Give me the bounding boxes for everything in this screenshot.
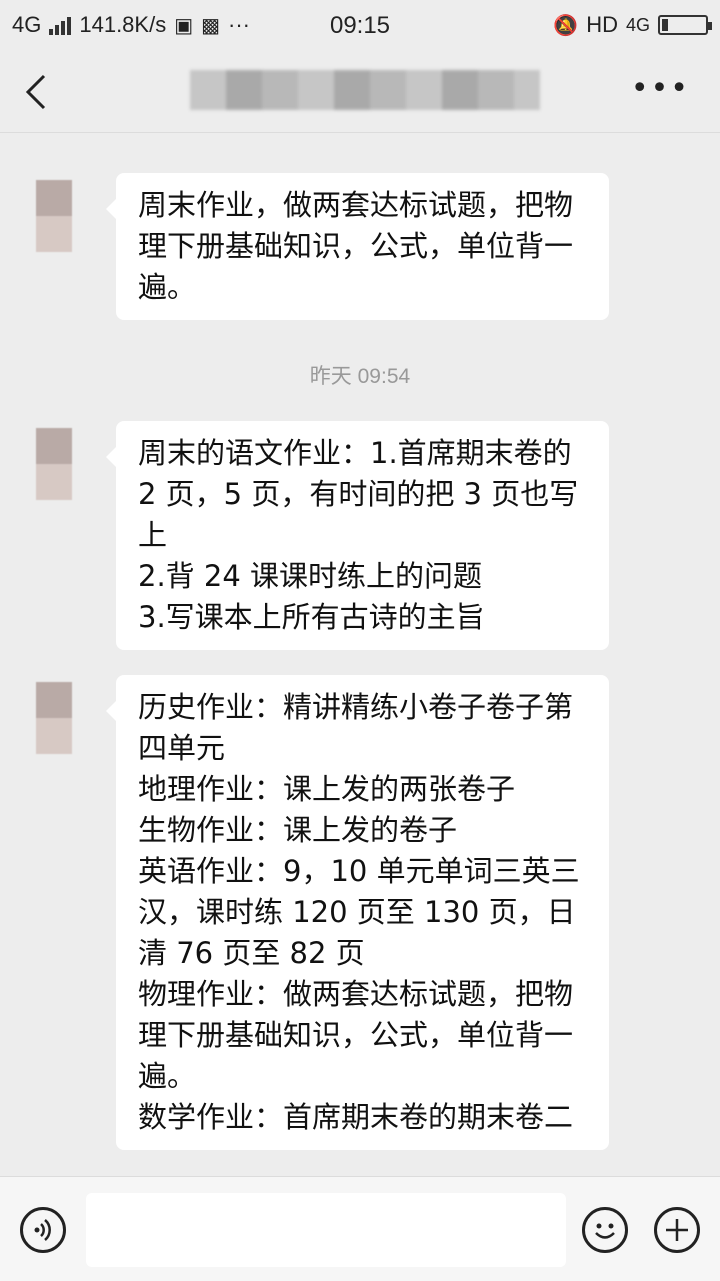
message-line: 生物作业：课上发的卷子 [138,813,458,847]
message-line: 物理作业：做两套达标试题，把物 [138,977,574,1011]
hd-label: HD [586,12,618,37]
back-chevron-icon [25,74,46,110]
more-button[interactable]: ••• [631,74,690,104]
input-bar [0,1176,720,1281]
message-line: 清 76 页至 82 页 [138,936,365,970]
message-line: 遍。 [138,1059,197,1093]
message-line: 周末的语文作业：1.首席期末卷的 [138,436,572,470]
message-input[interactable] [86,1193,566,1267]
header-divider [0,132,720,133]
timestamp: 昨天 09:54 [309,365,411,388]
message-line: 3.写课本上所有古诗的主旨 [138,600,485,634]
back-button[interactable] [18,70,58,114]
message-line: 理下册基础知识，公式，单位背一 [138,229,574,263]
more-dots-icon: ••• [630,71,690,106]
network-type-right: 4G [625,14,650,35]
chat-header: ••• [0,52,720,132]
emoji-button[interactable] [582,1207,628,1253]
chat-title-redacted [190,70,540,110]
status-right: 🔕 HD 4G [553,12,712,38]
message-line: 2.背 24 课课时练上的问题 [138,559,483,593]
message-bubble[interactable]: 周末的语文作业：1.首席期末卷的 2 页，5 页，有时间的把 3 页也写 上 2… [106,421,609,650]
avatar[interactable] [36,428,72,500]
avatar[interactable] [36,180,72,252]
voice-button[interactable] [20,1207,66,1253]
add-button[interactable] [654,1207,700,1253]
message-line: 英语作业：9，10 单元单词三英三 [138,854,580,888]
message-line: 周末作业，做两套达标试题，把物 [138,188,574,222]
status-bar: 4G 141.8K/s ▣ ▩ ··· 09:15 🔕 HD 4G [0,0,720,52]
message-line: 汉，课时练 120 页至 130 页，日 [138,895,576,929]
battery-icon [658,15,712,35]
message-line: 上 [138,518,168,552]
emoji-icon [595,1223,615,1239]
mute-icon: 🔕 [553,14,579,37]
message-line: 理下册基础知识，公式，单位背一 [138,1018,574,1052]
plus-icon [666,1219,688,1241]
message-bubble[interactable]: 周末作业，做两套达标试题，把物 理下册基础知识，公式，单位背一 遍。 [106,173,609,320]
message-line: 遍。 [138,270,197,304]
message-line: 地理作业：课上发的两张卷子 [138,772,516,806]
message-line: 数学作业：首席期末卷的期末卷二 [138,1100,574,1134]
message-line: 历史作业：精讲精练小卷子卷子第 [138,690,574,724]
message-line: 四单元 [138,731,226,765]
message-bubble[interactable]: 历史作业：精讲精练小卷子卷子第 四单元 地理作业：课上发的两张卷子 生物作业：课… [106,675,609,1150]
voice-icon [34,1219,51,1241]
avatar[interactable] [36,682,72,754]
message-line: 2 页，5 页，有时间的把 3 页也写 [138,477,579,511]
